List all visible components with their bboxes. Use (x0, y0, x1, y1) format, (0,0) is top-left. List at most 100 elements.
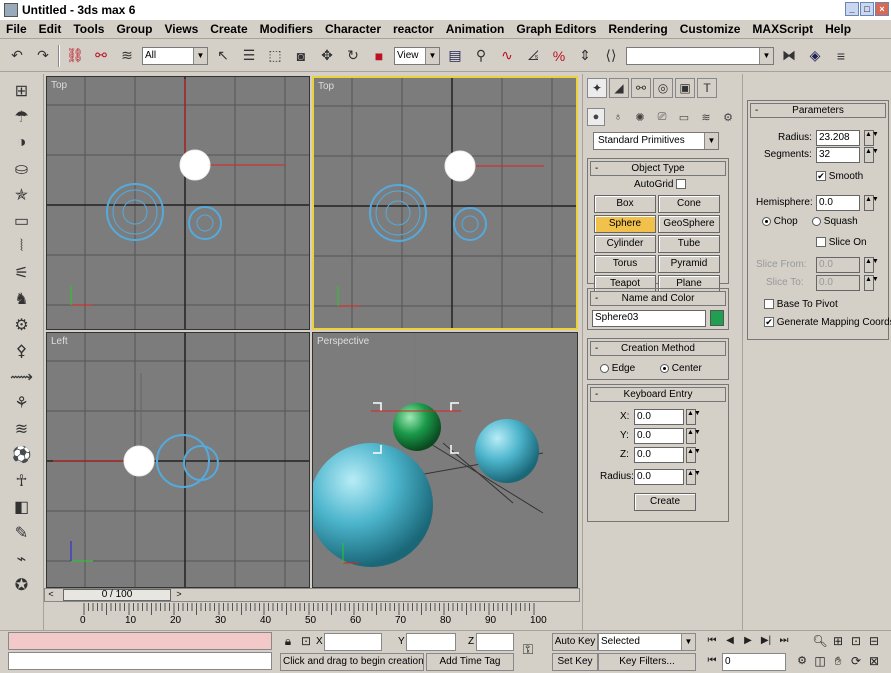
systems-icon[interactable]: ⚙ (719, 108, 737, 126)
play-icon[interactable]: ▶ (740, 633, 756, 649)
spacewarps-tab-icon[interactable]: ⚴ (10, 340, 34, 362)
menu-item-animation[interactable]: Animation (440, 22, 511, 36)
hemisphere-spinner[interactable]: ▲▼ (864, 195, 879, 211)
select-object-icon[interactable]: ↖ (212, 45, 234, 67)
viewport-front-label[interactable]: Top (318, 81, 334, 92)
helpers-icon[interactable]: ▭ (675, 108, 693, 126)
shapes-tab-icon[interactable]: ☂ (10, 106, 34, 128)
kb-radius-field[interactable]: 0.0 (634, 469, 684, 485)
chevron-right-icon[interactable]: > (173, 589, 185, 601)
viewport-perspective[interactable]: Perspective (312, 332, 578, 588)
key-set-dropdown[interactable]: Selected ▼ (598, 633, 696, 651)
render-tab-icon[interactable]: ◧ (10, 496, 34, 518)
object-type-tube-button[interactable]: Tube (658, 235, 720, 253)
segments-spinner[interactable]: ▲▼ (864, 147, 879, 163)
center-radio-button[interactable] (660, 363, 669, 373)
selection-filter-dropdown[interactable]: All ▼ (142, 46, 208, 65)
zoom-icon[interactable]: 🔍︎ (812, 633, 828, 649)
close-icon[interactable]: × (875, 2, 889, 16)
create-button[interactable]: Create (634, 493, 696, 511)
edge-radio-button[interactable] (600, 363, 609, 373)
dynamics-tab-icon[interactable]: ⦚ (10, 236, 34, 258)
script-tab-icon[interactable]: ⌁ (10, 548, 34, 570)
percent-snap-icon[interactable]: % (548, 45, 570, 67)
segments-field[interactable]: 32 (816, 147, 860, 163)
maximize-icon[interactable]: □ (860, 2, 874, 16)
menu-item-file[interactable]: File (0, 22, 33, 36)
parameters-header[interactable]: - Parameters (750, 103, 886, 118)
menu-item-edit[interactable]: Edit (33, 22, 68, 36)
next-frame-icon[interactable]: ▶| (758, 633, 774, 649)
gen-mapping-option[interactable]: ✔ Generate Mapping Coords. (764, 317, 891, 328)
unlink-icon[interactable]: ⚯ (90, 45, 112, 67)
prev-frame-icon[interactable]: ◀ (722, 633, 738, 649)
pivot-center-icon[interactable]: ▤ (444, 45, 466, 67)
slice-to-field[interactable]: 0.0 (816, 275, 860, 291)
menu-item-customize[interactable]: Customize (674, 22, 747, 36)
viewport-perspective-label[interactable]: Perspective (317, 336, 369, 347)
patch-grids-tab-icon[interactable]: ✯ (10, 184, 34, 206)
viewport-top[interactable]: Top (46, 76, 310, 330)
motion-tab-icon[interactable]: ◎ (653, 78, 673, 98)
kb-x-field[interactable]: 0.0 (634, 409, 684, 425)
menu-item-views[interactable]: Views (158, 22, 204, 36)
reactor-tab-icon[interactable]: ⚽ (10, 444, 34, 466)
edge-radio[interactable]: Edge (600, 363, 635, 374)
radius-field[interactable]: 23.208 (816, 130, 860, 146)
extra-tab-icon[interactable]: ✪ (10, 574, 34, 596)
display-tab-icon[interactable]: ▣ (675, 78, 695, 98)
gen-mapping-checkbox[interactable]: ✔ (764, 317, 774, 328)
menu-item-maxscript[interactable]: MAXScript (746, 22, 819, 36)
modify-tab-icon[interactable]: ◢ (609, 78, 629, 98)
kb-y-field[interactable]: 0.0 (634, 428, 684, 444)
zoom-extents-all-icon[interactable]: ⊟ (866, 633, 882, 649)
spinner-snap-icon[interactable]: ⇕ (574, 45, 596, 67)
squash-radio-button[interactable] (812, 216, 821, 226)
base-to-pivot-option[interactable]: Base To Pivot (764, 299, 838, 310)
custom-tab-icon[interactable]: ✎ (10, 522, 34, 544)
kb-x-spinner[interactable]: ▲▼ (686, 409, 701, 425)
modifiers-tab-icon[interactable]: ⟿ (10, 366, 34, 388)
snap-3d-icon[interactable]: ∿ (496, 45, 518, 67)
shapes-icon[interactable]: ♁ (609, 108, 627, 126)
creation-method-header[interactable]: - Creation Method (590, 341, 726, 356)
objects-tab-icon[interactable]: ⊞ (10, 80, 34, 102)
pan-icon[interactable]: ✋︎ (830, 653, 846, 669)
slice-on-checkbox[interactable] (816, 237, 826, 248)
base-to-pivot-checkbox[interactable] (764, 299, 774, 310)
autogrid-checkbox[interactable] (676, 179, 687, 190)
create-tab-icon[interactable]: ✦ (587, 78, 607, 98)
object-type-torus-button[interactable]: Torus (594, 255, 656, 273)
named-selection-icon[interactable]: ⟨⟩ (600, 45, 622, 67)
compounds-tab-icon[interactable]: ◑ (10, 132, 34, 154)
smooth-checkbox[interactable]: ✔ (816, 171, 826, 182)
hierarchy-tab-icon[interactable]: ⚯ (631, 78, 651, 98)
select-link-icon[interactable]: ⛓ (64, 45, 86, 67)
maxscript-listener-mini[interactable] (8, 632, 272, 650)
bind-space-warp-icon[interactable]: ≋ (116, 45, 138, 67)
reference-coord-dropdown[interactable]: View ▼ (394, 46, 440, 65)
z-coord-field[interactable] (476, 633, 514, 651)
kb-radius-spinner[interactable]: ▲▼ (686, 469, 701, 485)
lights-tab-icon[interactable]: ⚟ (10, 262, 34, 284)
kb-z-field[interactable]: 0.0 (634, 447, 684, 463)
minimize-icon[interactable]: _ (845, 2, 859, 16)
viewport-front[interactable]: Top (312, 76, 578, 330)
cameras-icon[interactable]: ⎚ (653, 108, 671, 126)
current-frame-field[interactable]: 0 (722, 653, 786, 671)
scale-icon[interactable]: ■ (368, 45, 390, 67)
time-slider[interactable]: < 0 / 100 > (44, 588, 580, 602)
rect-selection-icon[interactable]: ⬚ (264, 45, 286, 67)
utilities-tab-icon[interactable]: T (697, 78, 717, 98)
select-by-name-icon[interactable]: ☰ (238, 45, 260, 67)
geometry-icon[interactable]: ● (587, 108, 605, 126)
name-color-header[interactable]: - Name and Color (590, 291, 726, 306)
kb-z-spinner[interactable]: ▲▼ (686, 447, 701, 463)
materials-tab-icon[interactable]: ≋ (10, 418, 34, 440)
helpers-tab-icon[interactable]: ⚙ (10, 314, 34, 336)
viewport-left[interactable]: Left (46, 332, 310, 588)
viewport-top-label[interactable]: Top (51, 80, 67, 91)
named-selection-sets-dropdown[interactable]: ▼ (626, 46, 774, 65)
max-toggle-icon[interactable]: ⊠ (866, 653, 882, 669)
x-coord-field[interactable] (324, 633, 382, 651)
